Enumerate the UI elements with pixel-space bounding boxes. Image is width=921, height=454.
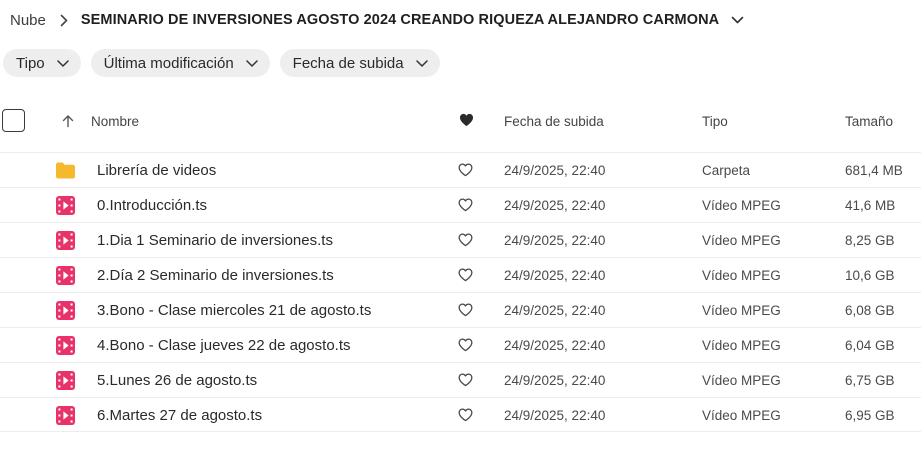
file-row[interactable]: 4.Bono - Clase jueves 22 de agosto.ts 24… bbox=[0, 327, 921, 362]
file-upload-date: 24/9/2025, 22:40 bbox=[504, 233, 606, 248]
column-header-upload-date[interactable]: Fecha de subida bbox=[504, 114, 604, 129]
select-all-checkbox[interactable] bbox=[2, 109, 25, 132]
file-name: 4.Bono - Clase jueves 22 de agosto.ts bbox=[97, 337, 351, 354]
video-file-icon bbox=[55, 230, 76, 251]
file-size: 681,4 MB bbox=[845, 163, 903, 178]
file-upload-date: 24/9/2025, 22:40 bbox=[504, 163, 606, 178]
filter-bar: Tipo Última modificación Fecha de subida bbox=[3, 49, 440, 77]
heart-outline-icon[interactable] bbox=[458, 373, 473, 392]
file-size: 6,08 GB bbox=[845, 303, 895, 318]
file-type: Vídeo MPEG bbox=[702, 233, 781, 248]
file-size: 6,04 GB bbox=[845, 338, 895, 353]
sort-ascending-icon[interactable] bbox=[61, 114, 75, 133]
heart-outline-icon[interactable] bbox=[458, 233, 473, 252]
file-size: 41,6 MB bbox=[845, 198, 896, 213]
chevron-down-icon bbox=[415, 59, 428, 67]
file-row[interactable]: 3.Bono - Clase miercoles 21 de agosto.ts… bbox=[0, 292, 921, 327]
file-size: 6,75 GB bbox=[845, 373, 895, 388]
filter-last-modified[interactable]: Última modificación bbox=[90, 49, 270, 77]
heart-outline-icon[interactable] bbox=[458, 303, 473, 322]
table-header: Nombre Fecha de subida Tipo Tamaño bbox=[0, 106, 921, 140]
file-size: 8,25 GB bbox=[845, 233, 895, 248]
file-row[interactable]: 5.Lunes 26 de agosto.ts 24/9/2025, 22:40… bbox=[0, 362, 921, 397]
chevron-down-icon[interactable] bbox=[731, 16, 744, 24]
filter-upload-date-label: Fecha de subida bbox=[292, 54, 404, 72]
breadcrumb-current-folder[interactable]: SEMINARIO DE INVERSIONES AGOSTO 2024 CRE… bbox=[81, 12, 719, 28]
chevron-down-icon bbox=[56, 59, 69, 67]
file-upload-date: 24/9/2025, 22:40 bbox=[504, 338, 606, 353]
column-header-size[interactable]: Tamaño bbox=[845, 114, 893, 129]
file-row[interactable]: 6.Martes 27 de agosto.ts 24/9/2025, 22:4… bbox=[0, 397, 921, 432]
file-name: 5.Lunes 26 de agosto.ts bbox=[97, 372, 258, 389]
video-file-icon bbox=[55, 335, 76, 356]
chevron-down-icon bbox=[245, 59, 258, 67]
file-list: Librería de videos 24/9/2025, 22:40 Carp… bbox=[0, 152, 921, 432]
file-name: 1.Dia 1 Seminario de inversiones.ts bbox=[97, 232, 333, 249]
column-header-name[interactable]: Nombre bbox=[91, 114, 139, 129]
breadcrumb: Nube SEMINARIO DE INVERSIONES AGOSTO 202… bbox=[10, 6, 744, 34]
file-row[interactable]: 0.Introducción.ts 24/9/2025, 22:40 Vídeo… bbox=[0, 187, 921, 222]
column-header-type[interactable]: Tipo bbox=[702, 114, 728, 129]
heart-outline-icon[interactable] bbox=[458, 268, 473, 287]
file-row[interactable]: 2.Día 2 Seminario de inversiones.ts 24/9… bbox=[0, 257, 921, 292]
file-name: 2.Día 2 Seminario de inversiones.ts bbox=[97, 267, 334, 284]
folder-icon bbox=[55, 160, 76, 181]
heart-outline-icon[interactable] bbox=[458, 338, 473, 357]
file-upload-date: 24/9/2025, 22:40 bbox=[504, 303, 606, 318]
file-name: Librería de videos bbox=[97, 162, 217, 179]
file-type: Vídeo MPEG bbox=[702, 268, 781, 283]
chevron-right-icon bbox=[60, 14, 68, 27]
filter-type-label: Tipo bbox=[16, 54, 45, 72]
video-file-icon bbox=[55, 195, 76, 216]
breadcrumb-root[interactable]: Nube bbox=[10, 12, 46, 29]
filter-upload-date[interactable]: Fecha de subida bbox=[279, 49, 440, 77]
file-size: 10,6 GB bbox=[845, 268, 895, 283]
file-type: Vídeo MPEG bbox=[702, 338, 781, 353]
file-name: 0.Introducción.ts bbox=[97, 197, 208, 214]
filter-last-modified-label: Última modificación bbox=[103, 54, 234, 72]
video-file-icon bbox=[55, 370, 76, 391]
heart-filled-icon[interactable] bbox=[459, 113, 474, 130]
heart-outline-icon[interactable] bbox=[458, 198, 473, 217]
file-size: 6,95 GB bbox=[845, 408, 895, 423]
file-type: Vídeo MPEG bbox=[702, 198, 781, 213]
filter-type[interactable]: Tipo bbox=[3, 49, 81, 77]
file-name: 6.Martes 27 de agosto.ts bbox=[97, 407, 263, 424]
file-upload-date: 24/9/2025, 22:40 bbox=[504, 198, 606, 213]
file-upload-date: 24/9/2025, 22:40 bbox=[504, 268, 606, 283]
file-row[interactable]: 1.Dia 1 Seminario de inversiones.ts 24/9… bbox=[0, 222, 921, 257]
heart-outline-icon[interactable] bbox=[458, 163, 473, 182]
video-file-icon bbox=[55, 405, 76, 426]
video-file-icon bbox=[55, 265, 76, 286]
heart-outline-icon[interactable] bbox=[458, 408, 473, 427]
file-type: Vídeo MPEG bbox=[702, 373, 781, 388]
file-type: Vídeo MPEG bbox=[702, 408, 781, 423]
file-upload-date: 24/9/2025, 22:40 bbox=[504, 373, 606, 388]
file-upload-date: 24/9/2025, 22:40 bbox=[504, 408, 606, 423]
file-type: Vídeo MPEG bbox=[702, 303, 781, 318]
video-file-icon bbox=[55, 300, 76, 321]
file-name: 3.Bono - Clase miercoles 21 de agosto.ts bbox=[97, 302, 372, 319]
file-type: Carpeta bbox=[702, 163, 751, 178]
file-row[interactable]: Librería de videos 24/9/2025, 22:40 Carp… bbox=[0, 152, 921, 187]
